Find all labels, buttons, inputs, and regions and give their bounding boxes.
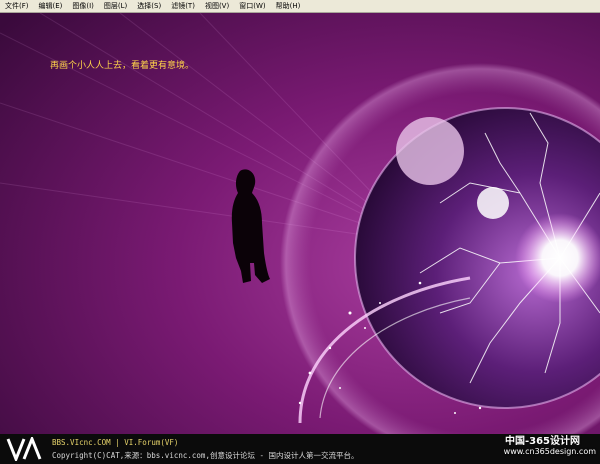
- artwork-illustration: [0, 13, 600, 434]
- footer-forum-link[interactable]: BBS.VIcnc.COM | VI.Forum(VF): [52, 438, 178, 447]
- menu-filter[interactable]: 滤镜(T): [166, 1, 200, 11]
- menu-image[interactable]: 图像(I): [67, 1, 99, 11]
- artwork-canvas: 再画个小人人上去，看着更有意境。: [0, 13, 600, 434]
- menu-edit[interactable]: 编辑(E): [34, 1, 68, 11]
- watermark-url: www.cn365design.com: [503, 447, 596, 456]
- menu-window[interactable]: 窗口(W): [234, 1, 270, 11]
- caption-text: 再画个小人人上去，看着更有意境。: [50, 61, 195, 71]
- watermark-title: 中国-365设计网: [504, 436, 580, 447]
- menu-help[interactable]: 帮助(H): [271, 1, 306, 11]
- vicnc-logo-icon: [6, 437, 42, 461]
- footer-copyright: Copyright(C)CAT,来源：bbs.vicnc.com,创意设计论坛 …: [52, 451, 359, 460]
- menu-view[interactable]: 视图(V): [200, 1, 234, 11]
- menu-bar: 文件(F) 编辑(E) 图像(I) 图层(L) 选择(S) 滤镜(T) 视图(V…: [0, 0, 600, 13]
- menu-file[interactable]: 文件(F): [0, 1, 34, 11]
- menu-layer[interactable]: 图层(L): [99, 1, 132, 11]
- bubble-small: [477, 187, 509, 219]
- menu-select[interactable]: 选择(S): [132, 1, 166, 11]
- bubble-large: [396, 117, 464, 185]
